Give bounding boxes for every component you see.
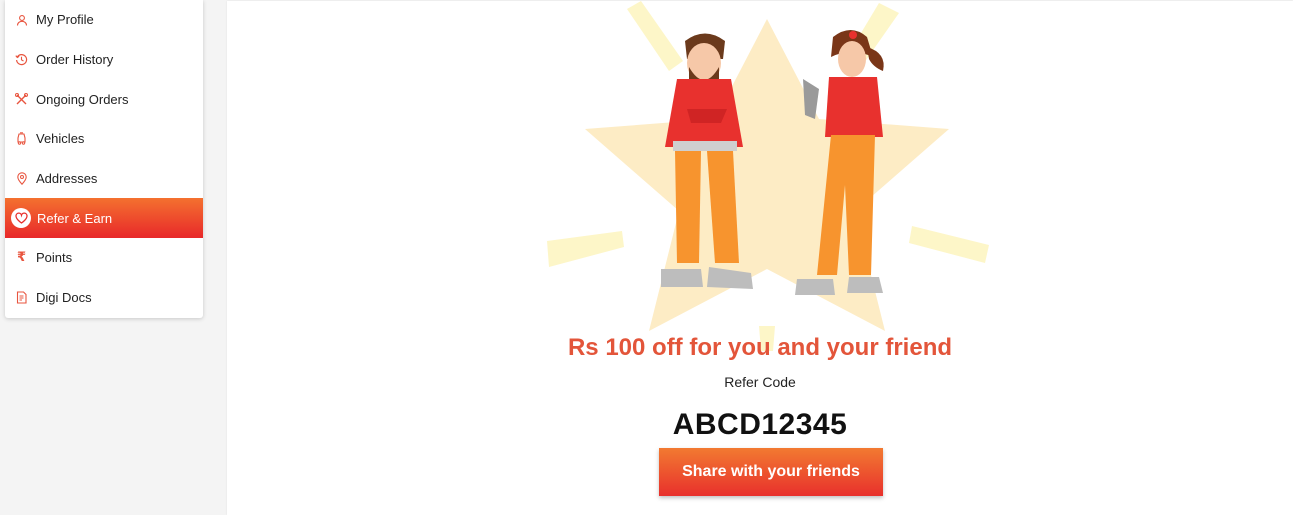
sidebar-item-ongoing-orders[interactable]: Ongoing Orders — [5, 79, 203, 119]
location-pin-icon — [13, 170, 30, 187]
sidebar-item-label: Addresses — [36, 171, 98, 187]
sidebar-item-label: My Profile — [36, 12, 94, 28]
user-icon — [13, 11, 30, 28]
sidebar-item-label: Order History — [36, 52, 114, 68]
share-with-friends-button[interactable]: Share with your friends — [659, 448, 883, 496]
sidebar-item-label: Digi Docs — [36, 290, 92, 306]
sidebar-item-order-history[interactable]: Order History — [5, 40, 203, 80]
sidebar-item-digi-docs[interactable]: Digi Docs — [5, 278, 203, 318]
mechanics-illustration — [547, 1, 989, 351]
sidebar-menu: My Profile Order History Ongoing Orders … — [5, 0, 203, 318]
refer-code-label: Refer Code — [724, 374, 796, 390]
history-icon — [13, 51, 30, 68]
sidebar-item-my-profile[interactable]: My Profile — [5, 0, 203, 40]
sidebar-item-label: Refer & Earn — [37, 210, 113, 226]
tools-icon — [13, 91, 30, 108]
vehicle-icon — [13, 130, 30, 147]
offer-headline: Rs 100 off for you and your friend — [567, 334, 953, 361]
refer-earn-panel: Rs 100 off for you and your friend Refer… — [227, 1, 1293, 515]
sidebar-item-label: Vehicles — [36, 131, 85, 147]
sidebar-item-vehicles[interactable]: Vehicles — [5, 119, 203, 159]
sidebar-item-refer-earn[interactable]: Refer & Earn — [5, 198, 203, 239]
heart-icon — [11, 208, 31, 229]
refer-code-value[interactable]: ABCD12345 — [227, 408, 1293, 442]
sidebar-item-label: Points — [36, 250, 73, 266]
document-icon — [13, 289, 30, 306]
sidebar-item-points[interactable]: ₹ Points — [5, 238, 203, 278]
sidebar-item-label: Ongoing Orders — [36, 91, 129, 107]
sidebar-item-addresses[interactable]: Addresses — [5, 159, 203, 199]
rupee-icon: ₹ — [16, 250, 27, 266]
